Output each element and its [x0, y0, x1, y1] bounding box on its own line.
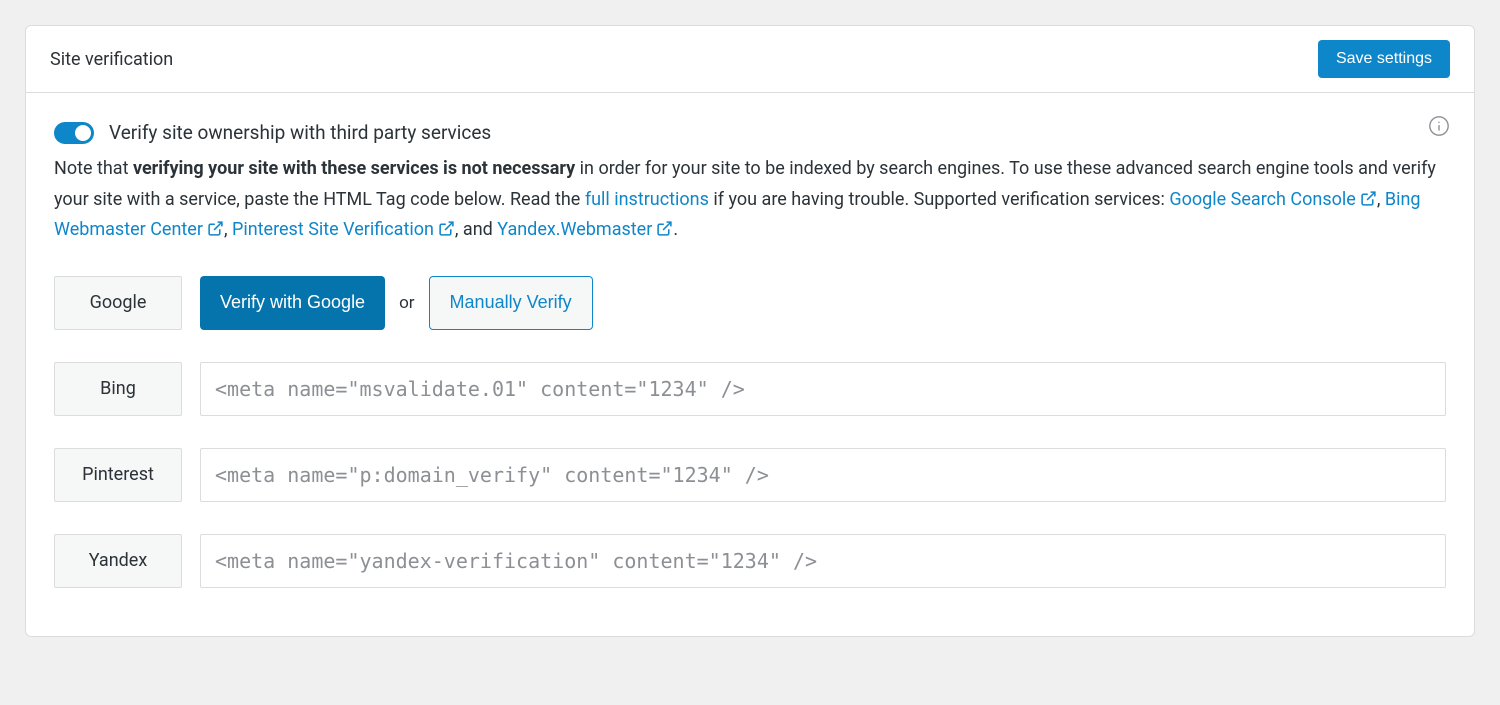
manually-verify-button[interactable]: Manually Verify: [429, 276, 593, 330]
external-link-icon: [438, 217, 455, 234]
full-instructions-link[interactable]: full instructions: [585, 189, 709, 210]
bing-row: Bing: [54, 362, 1446, 416]
bing-input[interactable]: [200, 362, 1446, 416]
yandex-webmaster-link[interactable]: Yandex.Webmaster: [497, 219, 673, 240]
site-verification-panel: Site verification Save settings Verify s…: [25, 25, 1475, 637]
google-row: Google Verify with Google or Manually Ve…: [54, 276, 1446, 330]
info-icon[interactable]: [1428, 115, 1450, 137]
pinterest-label: Pinterest: [54, 448, 182, 502]
pinterest-input[interactable]: [200, 448, 1446, 502]
pinterest-row: Pinterest: [54, 448, 1446, 502]
toggle-label: Verify site ownership with third party s…: [109, 121, 491, 144]
yandex-label: Yandex: [54, 534, 182, 588]
pinterest-verification-link[interactable]: Pinterest Site Verification: [232, 219, 455, 240]
external-link-icon: [207, 217, 224, 234]
save-settings-button[interactable]: Save settings: [1318, 40, 1450, 78]
google-actions: Verify with Google or Manually Verify: [200, 276, 593, 330]
panel-body: Verify site ownership with third party s…: [26, 93, 1474, 636]
or-text: or: [399, 293, 414, 313]
toggle-row: Verify site ownership with third party s…: [54, 121, 1446, 144]
bing-label: Bing: [54, 362, 182, 416]
external-link-icon: [1360, 187, 1377, 204]
panel-title: Site verification: [50, 49, 173, 70]
google-label: Google: [54, 276, 182, 330]
google-search-console-link[interactable]: Google Search Console: [1169, 189, 1376, 210]
yandex-row: Yandex: [54, 534, 1446, 588]
description-text: Note that verifying your site with these…: [54, 154, 1446, 246]
panel-header: Site verification Save settings: [26, 26, 1474, 93]
verify-with-google-button[interactable]: Verify with Google: [200, 276, 385, 330]
yandex-input[interactable]: [200, 534, 1446, 588]
verify-toggle[interactable]: [54, 122, 94, 144]
external-link-icon: [656, 217, 673, 234]
